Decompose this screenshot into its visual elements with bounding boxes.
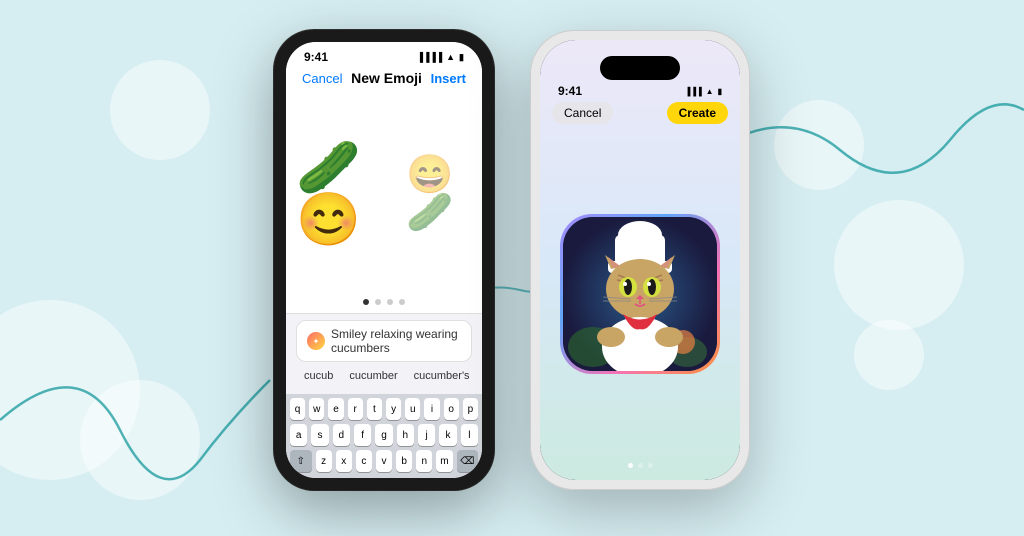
key-b[interactable]: b [396, 450, 412, 472]
phone-right-screen: 9:41 ▐▐▐ ▲ ▮ Cancel Create [540, 40, 740, 480]
key-u[interactable]: u [405, 398, 420, 420]
key-c[interactable]: c [356, 450, 372, 472]
new-emoji-title: New Emoji [351, 70, 422, 86]
phone-right: 9:41 ▐▐▐ ▲ ▮ Cancel Create [530, 30, 750, 490]
right-dot-3 [648, 463, 653, 468]
left-screen-content: 9:41 ▐▐▐▐ ▲ ▮ Cancel New Emoji Insert 🥒😊 [286, 42, 482, 478]
cat-image-inner [563, 217, 717, 371]
key-j[interactable]: j [418, 424, 435, 446]
autocomplete-row: cucub cucumber cucumber's [296, 362, 472, 388]
pagination-dots [286, 293, 482, 313]
key-s[interactable]: s [311, 424, 328, 446]
key-e[interactable]: e [328, 398, 343, 420]
right-pagination-dots [540, 455, 740, 480]
emoji-display-area: 🥒😊 😄🥒 [286, 94, 482, 293]
key-n[interactable]: n [416, 450, 432, 472]
key-y[interactable]: y [386, 398, 401, 420]
emoji-smiley-cucumber[interactable]: 🥒😊 [296, 142, 386, 246]
key-l[interactable]: l [461, 424, 478, 446]
right-dot-1 [628, 463, 633, 468]
dynamic-island-container [540, 40, 740, 80]
key-i[interactable]: i [424, 398, 439, 420]
key-a[interactable]: a [290, 424, 307, 446]
right-status-bar: 9:41 ▐▐▐ ▲ ▮ [540, 80, 740, 98]
bg-blob-2 [80, 380, 200, 500]
left-nav-bar: Cancel New Emoji Insert [286, 64, 482, 94]
key-d[interactable]: d [333, 424, 350, 446]
key-r[interactable]: r [348, 398, 363, 420]
insert-button[interactable]: Insert [431, 71, 466, 86]
key-m[interactable]: m [436, 450, 452, 472]
right-signal-icon: ▐▐▐ [685, 87, 702, 96]
dot-4 [399, 299, 405, 305]
bg-blob-5 [774, 100, 864, 190]
key-k[interactable]: k [439, 424, 456, 446]
key-q[interactable]: q [290, 398, 305, 420]
left-signal-icons: ▐▐▐▐ ▲ ▮ [417, 52, 464, 63]
phones-container: 9:41 ▐▐▐▐ ▲ ▮ Cancel New Emoji Insert 🥒😊 [274, 30, 750, 490]
keyboard-row-2: a s d f g h j k l [290, 424, 478, 446]
bg-blob-6 [854, 320, 924, 390]
key-w[interactable]: w [309, 398, 324, 420]
autocomplete-cucumber[interactable]: cucumber [341, 368, 405, 384]
search-text-value: Smiley relaxing wearing cucumbers [331, 327, 461, 355]
left-status-bar: 9:41 ▐▐▐▐ ▲ ▮ [286, 42, 482, 64]
bg-blob-3 [110, 60, 210, 160]
battery-icon: ▮ [459, 52, 464, 63]
key-x[interactable]: x [336, 450, 352, 472]
key-h[interactable]: h [397, 424, 414, 446]
key-t[interactable]: t [367, 398, 382, 420]
right-dot-2 [638, 463, 643, 468]
emoji-alt-cucumber[interactable]: 😄🥒 [406, 156, 472, 232]
search-bar-area: ✦ Smiley relaxing wearing cucumbers cucu… [286, 313, 482, 394]
bg-blob-4 [834, 200, 964, 330]
search-sparkle-icon: ✦ [307, 332, 325, 350]
left-time: 9:41 [304, 50, 328, 64]
keyboard-row-1: q w e r t y u i o p [290, 398, 478, 420]
cat-image-frame [560, 214, 720, 374]
keyboard-row-3: ⇧ z x c v b n m ⌫ [290, 450, 478, 472]
right-nav-bar: Cancel Create [540, 98, 740, 132]
search-input-row[interactable]: ✦ Smiley relaxing wearing cucumbers [296, 320, 472, 362]
cat-chef-image [563, 217, 717, 371]
dot-2 [375, 299, 381, 305]
autocomplete-cucumbers[interactable]: cucumber's [406, 368, 478, 384]
key-z[interactable]: z [316, 450, 332, 472]
key-f[interactable]: f [354, 424, 371, 446]
key-shift[interactable]: ⇧ [290, 450, 312, 472]
right-signal-icons: ▐▐▐ ▲ ▮ [685, 87, 722, 96]
key-v[interactable]: v [376, 450, 392, 472]
right-wifi-icon: ▲ [706, 87, 714, 96]
keyboard-area: q w e r t y u i o p a s d [286, 394, 482, 478]
create-button[interactable]: Create [667, 102, 728, 124]
autocomplete-cucub[interactable]: cucub [296, 368, 341, 384]
dot-1 [363, 299, 369, 305]
key-backspace[interactable]: ⌫ [457, 450, 479, 472]
phone-left-screen: 9:41 ▐▐▐▐ ▲ ▮ Cancel New Emoji Insert 🥒😊 [286, 42, 482, 478]
cancel-button-right[interactable]: Cancel [552, 102, 613, 124]
cancel-button-left[interactable]: Cancel [302, 71, 342, 86]
key-o[interactable]: o [444, 398, 459, 420]
key-p[interactable]: p [463, 398, 478, 420]
signal-bars-icon: ▐▐▐▐ [417, 52, 443, 62]
right-time: 9:41 [558, 84, 582, 98]
right-battery-icon: ▮ [718, 87, 722, 96]
dynamic-island [600, 56, 680, 80]
key-g[interactable]: g [375, 424, 392, 446]
phone-left: 9:41 ▐▐▐▐ ▲ ▮ Cancel New Emoji Insert 🥒😊 [274, 30, 494, 490]
wifi-icon: ▲ [446, 52, 455, 62]
cat-image-container [540, 132, 740, 455]
dot-3 [387, 299, 393, 305]
